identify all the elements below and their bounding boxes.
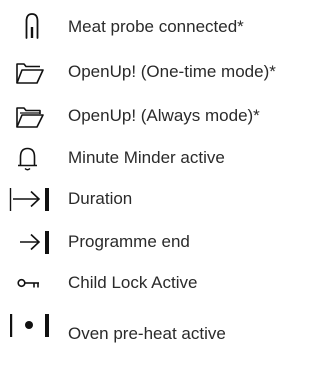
legend-label: Oven pre-heat active (68, 324, 226, 343)
legend-label: Meat probe connected* (68, 17, 244, 36)
legend-label: Duration (68, 189, 133, 208)
bell-icon (0, 138, 60, 178)
meat-probe-icon (0, 7, 60, 47)
dot-bars-icon (0, 305, 60, 345)
legend-item-openup-one-time: OpenUp! (One-time mode)* (0, 52, 329, 92)
legend-item-meat-probe: Meat probe connected* (0, 7, 329, 47)
legend-item-minute-minder: Minute Minder active (0, 138, 329, 178)
key-icon (0, 263, 60, 303)
legend-label: OpenUp! (One-time mode)* (68, 62, 276, 81)
oven-door-filled-icon (0, 96, 60, 136)
bracket-arrow-icon (0, 179, 60, 219)
arrow-bar-icon (0, 222, 60, 262)
legend-item-openup-always: OpenUp! (Always mode)* (0, 96, 329, 136)
legend-item-child-lock: Child Lock Active (0, 263, 329, 303)
legend-item-duration: Duration (0, 179, 329, 219)
legend-item-programme-end: Programme end (0, 222, 329, 262)
legend-label: Programme end (68, 232, 190, 251)
legend-label: OpenUp! (Always mode)* (68, 106, 260, 125)
legend-label: Child Lock Active (68, 273, 198, 292)
oven-door-outline-icon (0, 52, 60, 92)
legend-label: Minute Minder active (68, 148, 225, 167)
legend-item-oven-preheat: Oven pre-heat active (0, 305, 329, 345)
